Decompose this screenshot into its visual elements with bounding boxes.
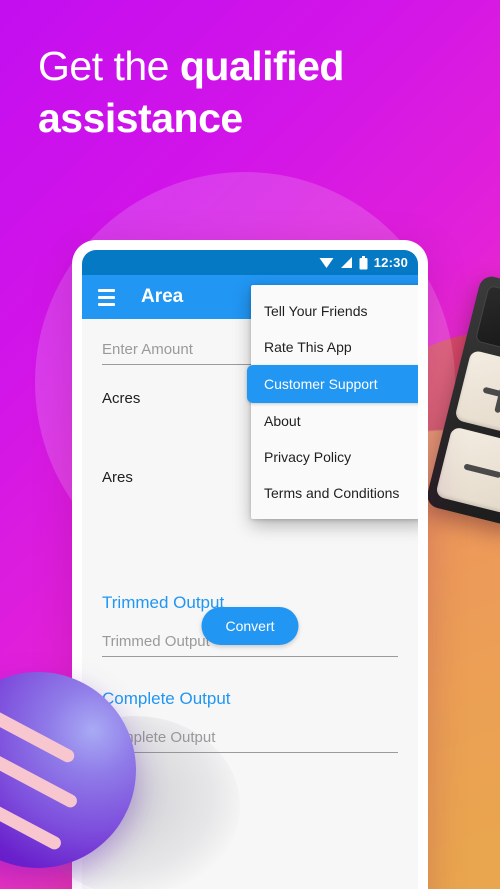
status-bar-time: 12:30 [373,255,408,270]
overflow-menu[interactable]: Tell Your Friends Rate This App Customer S… [247,285,418,519]
signal-icon [340,257,352,268]
hamburger-icon[interactable] [98,288,115,306]
convert-button[interactable]: Convert [201,607,299,645]
menu-item-rate-this-app[interactable]: Rate This App [251,329,418,365]
headline-light-text: Get the [38,43,180,89]
wifi-icon [319,258,334,268]
hamburger-line [98,288,115,292]
battery-icon [359,255,368,269]
complete-output-label: Complete Output [102,689,231,708]
headline: Get the qualified assistance [38,40,458,144]
headline-bold-line2: assistance [38,95,243,141]
status-bar: 12:30 [82,250,418,275]
menu-item-tell-your-friends[interactable]: Tell Your Friends [251,293,418,329]
hamburger-line [98,302,115,306]
amount-input-placeholder: Enter Amount [102,341,193,358]
app-title: Area [141,286,184,307]
headline-bold-word: qualified [179,43,345,89]
menu-item-customer-support[interactable]: Customer Support [247,365,418,403]
menu-item-terms-and-conditions[interactable]: Terms and Conditions [251,475,418,511]
menu-item-privacy-policy[interactable]: Privacy Policy [251,439,418,475]
from-unit-label: Acres [102,390,141,407]
sphere-stripe [0,684,77,765]
to-unit-label: Ares [102,469,133,486]
menu-item-about[interactable]: About [251,403,418,439]
hamburger-line [98,295,115,299]
trimmed-output-placeholder: Trimmed Output [102,633,210,650]
minus-icon [463,463,500,479]
